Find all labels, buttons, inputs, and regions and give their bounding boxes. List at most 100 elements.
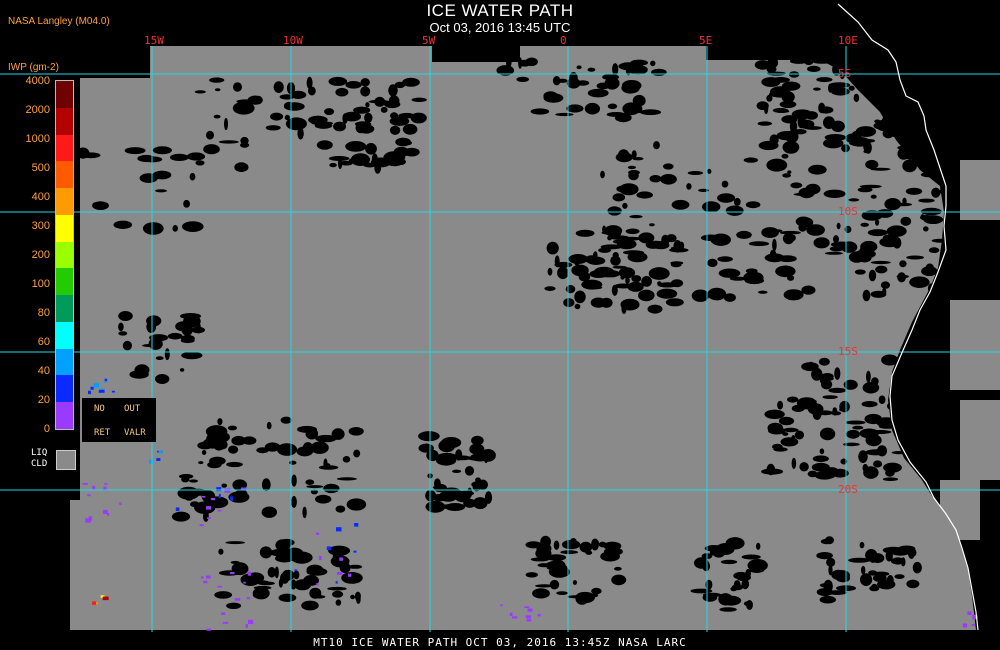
clear-sky-patch	[549, 579, 560, 590]
clear-sky-patch	[782, 232, 795, 245]
clear-sky-patch	[812, 455, 829, 463]
clear-sky-patch	[709, 550, 715, 556]
clear-sky-patch	[890, 548, 911, 556]
clear-sky-patch	[839, 400, 850, 413]
clear-sky-patch	[902, 159, 917, 173]
ice-cloud-pixel	[88, 390, 91, 395]
clear-sky-patch	[279, 94, 295, 100]
clear-sky-patch	[294, 579, 312, 591]
clear-sky-patch	[186, 152, 206, 161]
clear-sky-patch	[807, 65, 821, 72]
clear-sky-patch	[870, 167, 891, 171]
clear-sky-patch	[905, 187, 923, 195]
clear-sky-patch	[648, 267, 670, 280]
clear-sky-patch	[859, 428, 879, 439]
latitude-label: 15S	[838, 345, 858, 358]
colorbar-segment	[56, 241, 73, 269]
clear-sky-patch	[631, 275, 642, 283]
ice-cloud-pixel	[512, 616, 518, 619]
clear-sky-patch	[194, 501, 216, 514]
colorbar-tick-label: 0	[43, 423, 50, 435]
clear-sky-patch	[707, 168, 712, 174]
clear-sky-patch	[525, 541, 542, 549]
clear-sky-patch	[717, 193, 736, 203]
clear-sky-patch	[584, 102, 601, 115]
clear-sky-patch	[627, 251, 648, 263]
clear-sky-patch	[659, 268, 667, 277]
clear-sky-patch	[364, 112, 373, 123]
ice-cloud-pixel	[326, 546, 332, 551]
clear-sky-patch	[736, 230, 752, 239]
colorbar-segment	[56, 295, 73, 323]
clear-sky-patch	[164, 348, 170, 361]
clear-sky-patch	[804, 59, 814, 65]
clear-sky-patch	[831, 86, 839, 95]
flag-ret: RET	[94, 428, 111, 438]
clear-sky-patch	[328, 76, 348, 86]
ice-cloud-pixel	[221, 612, 226, 615]
clear-sky-patch	[118, 311, 133, 321]
clear-sky-patch	[185, 496, 193, 501]
ice-cloud-pixel	[119, 502, 122, 505]
clear-sky-patch	[209, 77, 225, 83]
ice-cloud-pixel	[967, 611, 972, 615]
map-title: ICE WATER PATH	[426, 1, 574, 20]
clear-sky-patch	[336, 477, 357, 481]
clear-sky-patch	[611, 574, 627, 586]
clear-sky-patch	[817, 410, 833, 416]
clear-sky-patch	[563, 298, 575, 308]
clear-sky-patch	[261, 478, 271, 491]
clear-sky-patch	[767, 422, 784, 433]
ice-cloud-pixel	[316, 583, 319, 586]
clear-sky-patch	[315, 434, 337, 443]
clear-sky-patch	[306, 485, 324, 489]
satellite-map	[0, 0, 1000, 650]
clear-sky-patch	[142, 222, 164, 235]
clear-sky-patch	[612, 265, 627, 269]
clear-sky-patch	[266, 421, 272, 430]
clear-sky-patch	[860, 573, 873, 586]
clear-sky-patch	[830, 57, 838, 67]
clear-sky-patch	[616, 185, 632, 193]
clear-sky-patch	[919, 118, 941, 123]
clear-sky-patch	[280, 416, 292, 424]
clear-sky-patch	[900, 557, 906, 567]
ice-cloud-pixel	[207, 517, 211, 519]
clear-sky-patch	[875, 219, 880, 226]
longitude-label: 5W	[422, 34, 436, 47]
clear-sky-patch	[916, 277, 924, 286]
ice-cloud-pixel	[206, 575, 211, 579]
clear-sky-patch	[665, 298, 684, 307]
clear-sky-patch	[649, 175, 662, 183]
clear-sky-patch	[657, 281, 662, 286]
ice-cloud-pixel	[240, 487, 247, 490]
clear-sky-patch	[704, 545, 724, 552]
clear-sky-patch	[725, 205, 744, 216]
clear-sky-patch	[470, 453, 491, 462]
clear-sky-patch	[279, 538, 295, 547]
clear-sky-patch	[880, 419, 891, 427]
clear-sky-patch	[598, 247, 612, 253]
clear-sky-patch	[560, 550, 579, 555]
clear-sky-patch	[650, 60, 656, 67]
clear-sky-patch	[256, 447, 269, 454]
clear-sky-patch	[789, 120, 798, 133]
clear-sky-patch	[758, 290, 768, 294]
clear-sky-patch	[360, 86, 371, 97]
clear-sky-patch	[777, 400, 784, 410]
clear-sky-patch	[335, 505, 346, 513]
clear-sky-patch	[345, 81, 362, 89]
clear-sky-patch	[721, 180, 729, 188]
clear-sky-patch	[931, 187, 941, 198]
clear-sky-patch	[845, 420, 866, 425]
clear-sky-patch	[819, 378, 827, 384]
clear-sky-patch	[572, 580, 578, 585]
clear-sky-patch	[874, 119, 881, 124]
clear-sky-patch	[778, 416, 795, 426]
clear-sky-patch	[736, 573, 751, 582]
clear-sky-patch	[819, 448, 825, 455]
clear-sky-patch	[882, 477, 899, 482]
clear-sky-patch	[273, 81, 284, 93]
clear-sky-patch	[906, 255, 924, 260]
clear-sky-patch	[234, 162, 249, 173]
